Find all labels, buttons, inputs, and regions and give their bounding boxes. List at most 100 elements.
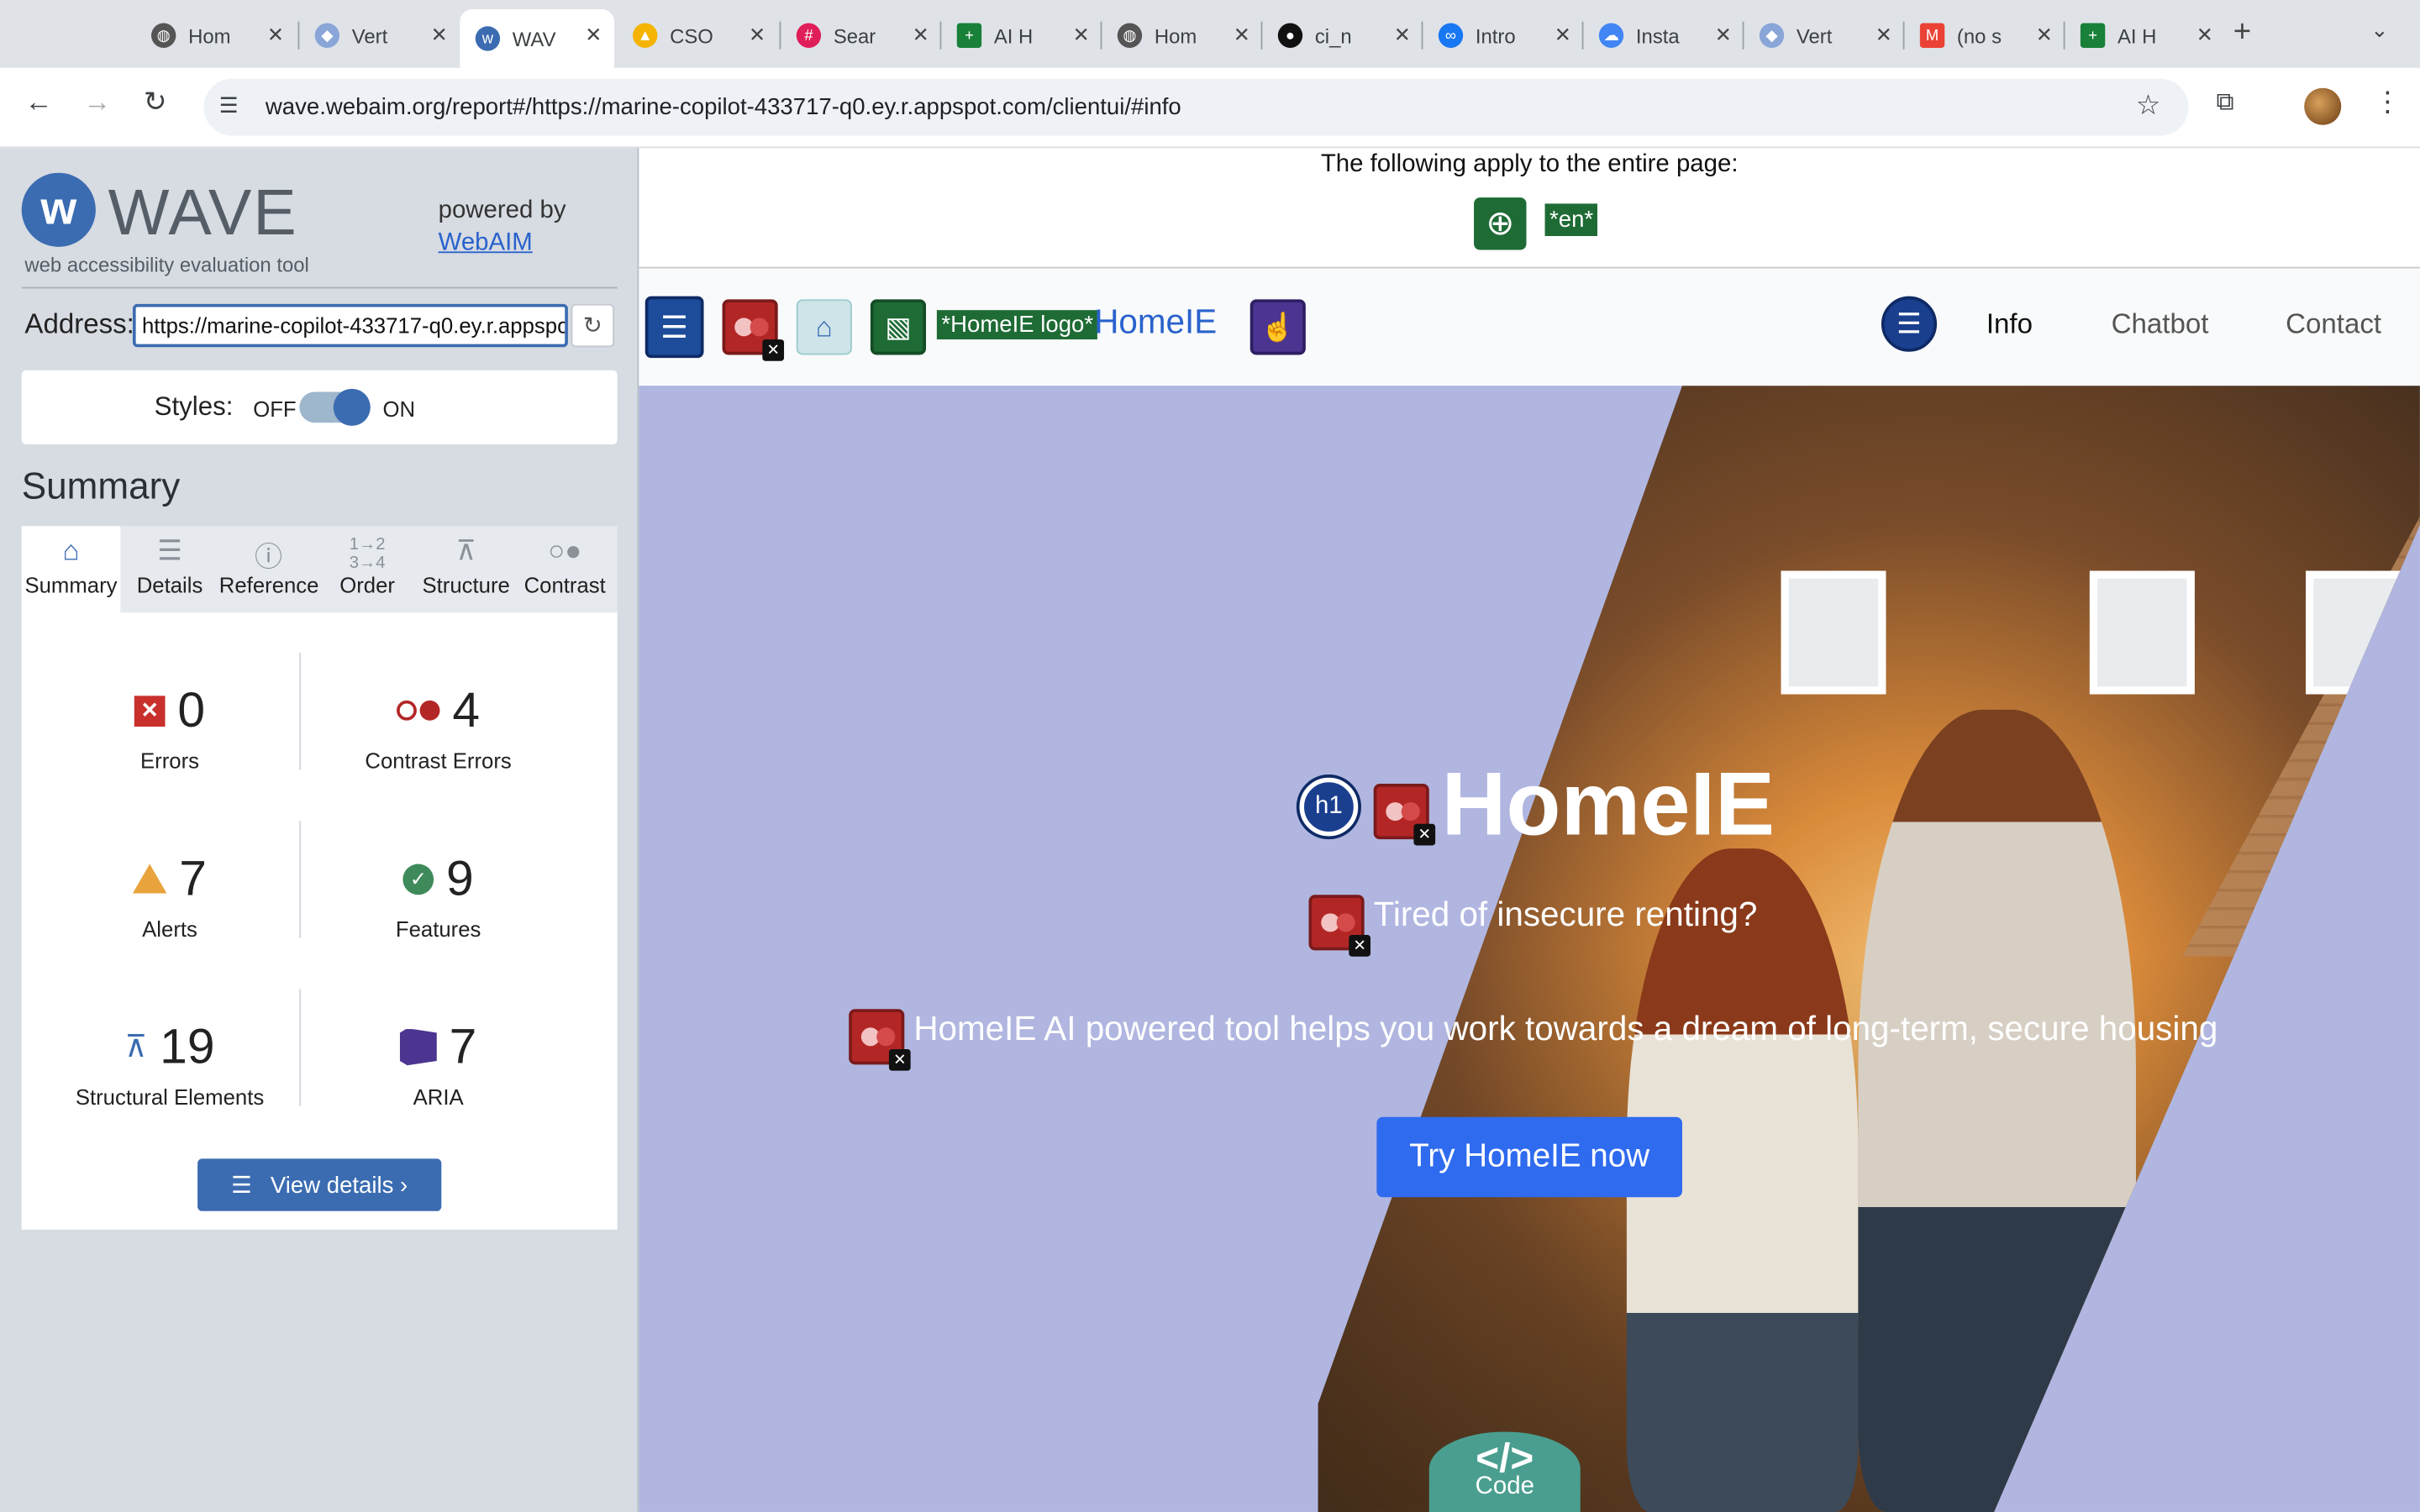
browser-tab[interactable]: ☁ Insta ✕	[1583, 9, 1744, 61]
view-details-label: View details ›	[270, 1171, 408, 1199]
close-tab-icon[interactable]: ✕	[1876, 24, 1892, 48]
contrast-error-icon-sub[interactable]: ✕	[1308, 895, 1370, 957]
tab-title: CSO	[670, 24, 713, 48]
contrast-error-icon-desc[interactable]: ✕	[849, 1009, 911, 1071]
features-stat[interactable]: ✓ 9 Features	[299, 850, 577, 941]
close-tab-icon[interactable]: ✕	[2036, 24, 2053, 48]
home-link-icon[interactable]: ⌂	[796, 299, 852, 355]
aria-stat[interactable]: 7 ARIA	[299, 1018, 577, 1110]
close-tab-icon[interactable]: ✕	[749, 24, 765, 48]
tab-search-chevron-icon[interactable]: ⌄	[2370, 17, 2389, 43]
tab-title: Vert	[351, 24, 388, 48]
browser-tab-active[interactable]: w WAV ✕	[460, 9, 615, 68]
x-badge-icon: ✕	[1413, 823, 1436, 846]
tab-order[interactable]: 1→2 3→4 Order	[318, 526, 417, 612]
structural-stat[interactable]: ⊼ 19 Structural Elements	[31, 1018, 309, 1109]
house-window	[2089, 570, 2195, 695]
address-bar-url[interactable]: wave.webaim.org/report#/https://marine-c…	[266, 94, 1181, 120]
browser-tab[interactable]: + AI H ✕	[941, 9, 1102, 61]
h1-heading-icon[interactable]: h1	[1296, 774, 1361, 840]
contrast-errors-stat[interactable]: 4 Contrast Errors	[299, 682, 577, 773]
browser-tab[interactable]: ◍ Hom ✕	[1102, 9, 1262, 61]
tab-label: Structure	[422, 572, 510, 597]
browser-tab[interactable]: ● ci_n ✕	[1262, 9, 1423, 61]
browser-tab[interactable]: ▲ CSO ✕	[618, 9, 778, 61]
man-figure	[1858, 709, 2136, 1512]
tab-title: Vert	[1796, 24, 1833, 48]
extensions-puzzle-icon[interactable]: ⧉	[2217, 90, 2234, 118]
language-tag[interactable]: *en*	[1544, 203, 1598, 237]
view-details-button[interactable]: ☰ View details ›	[197, 1158, 442, 1211]
errors-label: Errors	[140, 748, 200, 774]
close-tab-icon[interactable]: ✕	[1073, 24, 1090, 48]
aria-count: 7	[449, 1018, 477, 1074]
aria-tabindex-icon[interactable]: ☝	[1249, 299, 1306, 355]
styles-toggle[interactable]	[299, 388, 371, 426]
browser-tab[interactable]: ◆ Vert ✕	[299, 9, 460, 61]
close-tab-icon[interactable]: ✕	[1555, 24, 1571, 48]
new-tab-plus-icon[interactable]: +	[2233, 15, 2251, 50]
cloud-icon: ☁	[1598, 23, 1624, 48]
features-count: 9	[445, 850, 474, 906]
code-view-toggle[interactable]: </> Code	[1428, 1431, 1581, 1512]
tab-title: Hom	[1154, 24, 1197, 48]
webaim-link[interactable]: WebAIM	[439, 230, 533, 258]
browser-tab[interactable]: ◆ Vert ✕	[1744, 9, 1904, 61]
profile-avatar[interactable]	[2304, 87, 2342, 125]
close-tab-icon[interactable]: ✕	[431, 24, 448, 48]
bookmark-star-icon[interactable]: ☆	[2136, 90, 2161, 123]
logo-alt-text-tag[interactable]: *HomeIE logo*	[936, 310, 1098, 340]
close-tab-icon[interactable]: ✕	[585, 24, 602, 48]
refresh-report-button[interactable]: ↻	[571, 303, 615, 348]
nav-info[interactable]: Info	[1986, 308, 2033, 341]
browser-menu-kebab-icon[interactable]: ⋮	[2374, 87, 2402, 119]
tab-reference[interactable]: ⓘ Reference	[219, 526, 319, 612]
styles-on-label: ON	[382, 396, 416, 422]
tab-title: WAV	[512, 27, 556, 50]
address-input[interactable]: https://marine-copilot-433717-q0.ey.r.ap…	[132, 303, 568, 348]
error-icon-title[interactable]: ✕	[1373, 784, 1436, 846]
tab-details[interactable]: ☰ Details	[120, 526, 219, 612]
language-globe-icon[interactable]: ⊕	[1474, 197, 1527, 250]
house-window	[2306, 570, 2411, 695]
nav-list-icon[interactable]: ☰	[1881, 296, 1938, 352]
structural-label: Structural Elements	[75, 1084, 265, 1110]
close-tab-icon[interactable]: ✕	[1715, 24, 1732, 48]
tab-contrast[interactable]: ○● Contrast	[515, 526, 614, 612]
browser-tab[interactable]: M (no s ✕	[1904, 9, 2065, 61]
tab-label: Contrast	[523, 572, 606, 597]
tab-structure[interactable]: ⊼ Structure	[417, 526, 516, 612]
address-bar[interactable]: ☰ wave.webaim.org/report#/https://marine…	[203, 78, 2189, 136]
browser-tab[interactable]: # Sear ✕	[781, 9, 941, 61]
browser-tab-strip: ◍ Hom ✕ ◆ Vert ✕ w WAV ✕ ▲ CSO ✕ # Sear ✕ + AI H ✕ ◍…	[0, 0, 2420, 68]
alerts-stat[interactable]: 7 Alerts	[31, 850, 309, 941]
site-navbar: ☰ ✕ ⌂ ▧ *HomeIE logo* HomeIE ☝ ☰ Info Ch…	[639, 268, 2420, 386]
back-arrow-icon[interactable]: ←	[24, 87, 52, 119]
browser-tab[interactable]: ∞ Intro ✕	[1423, 9, 1583, 61]
close-tab-icon[interactable]: ✕	[1234, 24, 1250, 48]
close-tab-icon[interactable]: ✕	[2196, 24, 2213, 48]
close-tab-icon[interactable]: ✕	[1394, 24, 1411, 48]
tab-title: (no s	[1956, 24, 2002, 48]
reload-icon[interactable]: ↻	[144, 87, 167, 119]
close-tab-icon[interactable]: ✕	[913, 24, 929, 48]
nav-contact[interactable]: Contact	[2286, 308, 2381, 341]
error-missing-alt-icon[interactable]: ✕	[722, 299, 785, 361]
house-facade	[2182, 447, 2420, 957]
hero-subtitle: Tired of insecure renting?	[1373, 895, 1758, 934]
errors-stat[interactable]: ✕ 0 Errors	[31, 682, 309, 773]
try-homeie-button[interactable]: Try HomeIE now	[1376, 1116, 1683, 1198]
browser-tab[interactable]: + AI H ✕	[2065, 9, 2226, 61]
nav-chatbot[interactable]: Chatbot	[2112, 308, 2209, 341]
globe-icon: ◍	[150, 23, 176, 48]
browser-tab[interactable]: ◍ Hom ✕	[136, 9, 297, 61]
tab-title: Insta	[1635, 24, 1680, 48]
css-icon[interactable]: ☰	[644, 296, 704, 359]
image-alt-icon[interactable]: ▧	[870, 299, 927, 355]
forward-arrow-icon[interactable]: →	[83, 87, 111, 119]
brand-link[interactable]: HomeIE	[1094, 302, 1217, 343]
close-tab-icon[interactable]: ✕	[267, 24, 284, 48]
drive-icon: ▲	[633, 23, 658, 48]
site-info-icon[interactable]: ☰	[219, 92, 239, 118]
tab-summary[interactable]: ⌂ Summary	[21, 526, 121, 613]
